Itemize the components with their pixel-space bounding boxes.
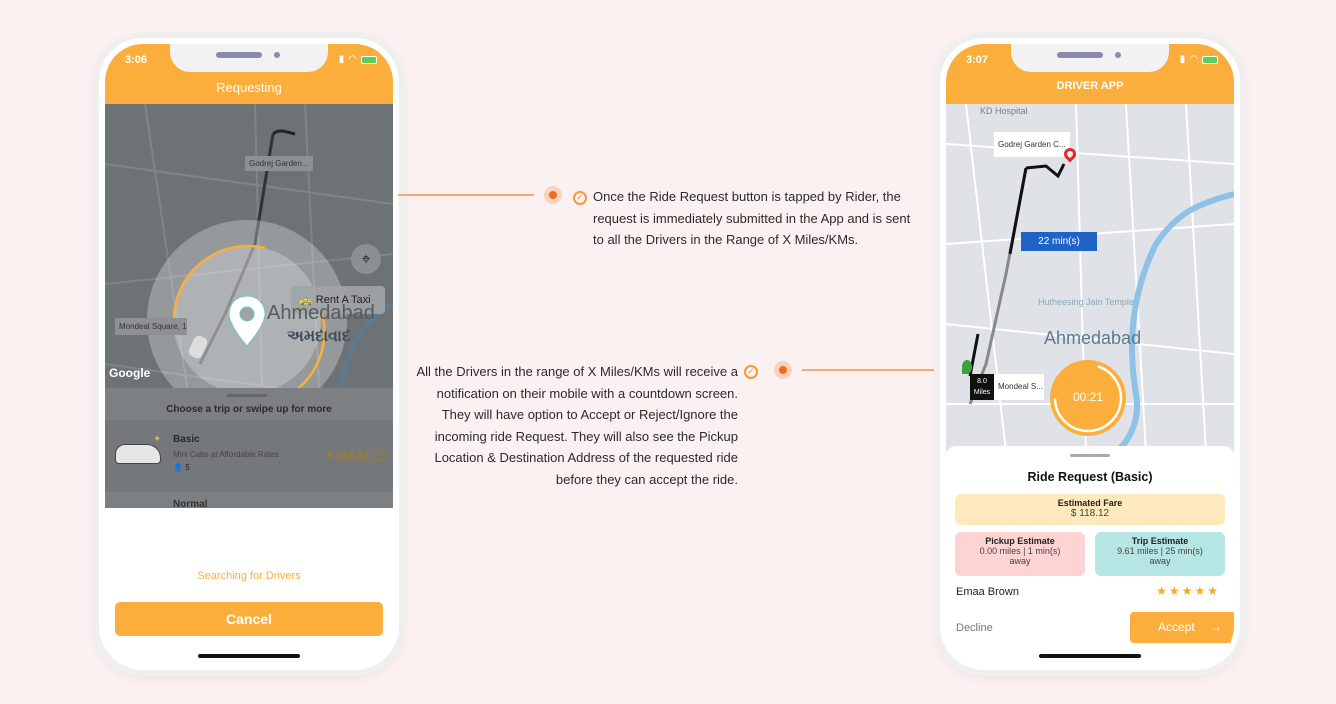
- battery-icon: [361, 55, 377, 64]
- page-title: Requesting: [216, 80, 282, 95]
- signal-icon: ▮: [338, 54, 345, 65]
- status-time: 3:06: [125, 54, 148, 66]
- dropoff-pin-icon: [962, 360, 972, 374]
- option-name: Basic: [173, 434, 200, 445]
- connector-line-2: [802, 369, 940, 371]
- arrow-right-icon: →: [1210, 620, 1222, 634]
- star-icon: ★: [1156, 584, 1169, 598]
- annotation-driver: All the Drivers in the range of X Miles/…: [416, 364, 738, 487]
- sparkle-icon: ✦: [153, 434, 162, 445]
- pickup-value: 0.00 miles | 1 min(s) away: [979, 546, 1061, 566]
- recenter-button[interactable]: ⌖: [351, 244, 381, 274]
- car-image: [115, 444, 161, 464]
- rider-rating: ★★★★★: [1156, 584, 1220, 598]
- annotation-rider: Once the Ride Request button is tapped b…: [593, 189, 911, 247]
- star-icon: ★: [1181, 584, 1195, 598]
- city-label: Ahmedabad: [1044, 328, 1142, 348]
- home-indicator[interactable]: [1039, 654, 1141, 658]
- city-label: Ahmedabad: [267, 302, 375, 324]
- sheet-header: Choose a trip or swipe up for more: [166, 404, 332, 415]
- ride-request-sheet: Ride Request (Basic) Estimated Fare $ 11…: [946, 446, 1234, 664]
- trip-value: 9.61 miles | 25 min(s) away: [1117, 546, 1203, 566]
- trip-sheet[interactable]: Choose a trip or swipe up for more ✦ Bas…: [105, 388, 393, 508]
- option-price: $ 118.12: [326, 450, 369, 462]
- option-description: Mini Cabs at Affordable Rates: [173, 450, 279, 459]
- dropoff-label: Mondeal S...: [994, 374, 1044, 400]
- request-title: Ride Request (Basic): [1027, 470, 1153, 484]
- distance-unit: Miles: [973, 389, 991, 396]
- trip-label: Trip Estimate: [1131, 536, 1189, 546]
- distance-value: 8.0: [977, 378, 987, 385]
- wifi-icon: ◠: [1189, 54, 1198, 65]
- dropoff-label: Mondeal Square, 10...: [115, 318, 187, 335]
- fare-value: $ 118.12: [1070, 508, 1110, 519]
- distance-badge: 8.0 Miles: [970, 374, 994, 400]
- city-local-label: અમદાવાદ: [287, 326, 351, 345]
- map-view[interactable]: KD Hospital Godrej Garden C... 22 min(s)…: [946, 104, 1234, 452]
- pickup-label: Pickup Estimate: [985, 536, 1055, 546]
- pickup-estimate-card: Pickup Estimate 0.00 miles | 1 min(s) aw…: [955, 532, 1085, 576]
- driver-screen: 3:07 ▮ ◠ DRIVER APP KD Hospital Godrej G…: [946, 44, 1234, 664]
- status-time: 3:07: [966, 54, 989, 66]
- trip-option-basic[interactable]: ✦ Basic Mini Cabs at Affordable Rates 👤 …: [105, 420, 393, 492]
- hospital-label: KD Hospital: [980, 106, 1028, 116]
- accept-label: Accept: [1158, 620, 1195, 634]
- bullet-dot-1: [544, 186, 562, 204]
- searching-status: Searching for Drivers: [197, 570, 301, 582]
- status-icons: ▮ ◠: [1180, 54, 1218, 65]
- star-icon: ★: [1168, 584, 1182, 598]
- bullet-dot-2: [774, 361, 792, 379]
- star-icon: ★: [1207, 584, 1220, 598]
- star-icon: ★: [1194, 584, 1208, 598]
- notch: [170, 44, 328, 72]
- fare-label: Estimated Fare: [1057, 498, 1123, 508]
- cancel-button[interactable]: Cancel: [115, 602, 383, 636]
- home-indicator[interactable]: [198, 654, 300, 658]
- wifi-icon: ◠: [348, 54, 357, 65]
- page-title: DRIVER APP: [1056, 80, 1124, 92]
- notch: [1011, 44, 1169, 72]
- countdown-value: 00:21: [1072, 390, 1104, 404]
- rider-phone: 3:06 ▮ ◠ Requesting Godrej Garden... ⌖ 🚕…: [99, 38, 399, 670]
- google-logo: Google: [109, 366, 151, 380]
- signal-icon: ▮: [1179, 54, 1186, 65]
- sheet-handle[interactable]: [227, 394, 267, 397]
- status-icons: ▮ ◠: [339, 54, 377, 65]
- countdown-timer: 00:21: [1050, 360, 1126, 436]
- decline-button[interactable]: Decline: [956, 622, 993, 634]
- eta-badge: 22 min(s): [1021, 232, 1097, 251]
- trip-option-next[interactable]: Normal: [173, 499, 207, 508]
- location-pin-icon: [228, 295, 266, 347]
- connector-line-1: [398, 194, 534, 196]
- seat-count: 5: [185, 463, 190, 472]
- map-view[interactable]: Godrej Garden... ⌖ 🚕 Rent A Taxi Ahmedab…: [105, 104, 393, 508]
- check-icon: ✓: [744, 365, 758, 379]
- estimated-fare-card: Estimated Fare $ 118.12: [955, 494, 1225, 525]
- battery-icon: [1202, 55, 1218, 64]
- info-icon[interactable]: i: [373, 449, 385, 461]
- rider-name: Emaa Brown: [956, 586, 1019, 598]
- pickup-label: Godrej Garden C...: [994, 132, 1070, 157]
- trip-estimate-card: Trip Estimate 9.61 miles | 25 min(s) awa…: [1095, 532, 1225, 576]
- sheet-handle[interactable]: [1070, 454, 1110, 457]
- check-icon: ✓: [573, 191, 587, 205]
- temple-label: Hutheesing Jain Temple: [1038, 297, 1134, 307]
- person-icon: 👤: [173, 463, 183, 472]
- rider-screen: 3:06 ▮ ◠ Requesting Godrej Garden... ⌖ 🚕…: [105, 44, 393, 664]
- seats: 👤 5: [173, 463, 190, 472]
- accept-button[interactable]: Accept →: [1130, 612, 1234, 643]
- driver-phone: 3:07 ▮ ◠ DRIVER APP KD Hospital Godrej G…: [940, 38, 1240, 670]
